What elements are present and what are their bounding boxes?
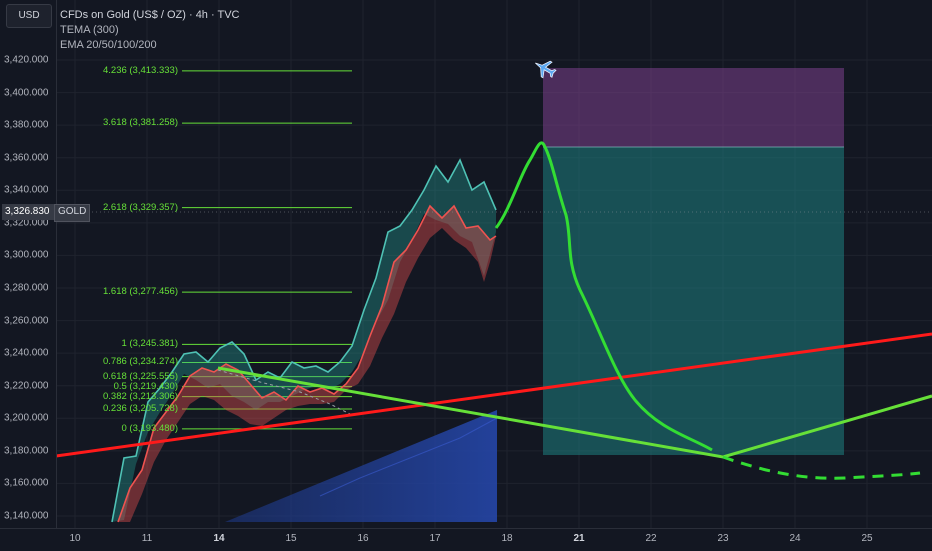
price-chart[interactable] [0, 0, 932, 550]
price-axis-label: 3,180.000 [4, 445, 49, 457]
chart-legend: CFDs on Gold (US$ / OZ) · 4h · TVC TEMA … [60, 8, 240, 53]
time-axis-label: 11 [141, 533, 153, 544]
fib-level-label: 3.618 (3,381.258) [102, 117, 178, 129]
fib-level-label: 0.382 (3,213.306) [102, 390, 178, 402]
fib-level-label: 2.618 (3,329.357) [102, 201, 178, 213]
fib-level-label: 1 (3,245.381) [121, 338, 178, 350]
fib-level-label: 0.786 (3,234.274) [102, 356, 178, 368]
price-axis-label: 3,140.000 [4, 510, 49, 522]
time-axis-label: 18 [501, 533, 513, 544]
fib-level-label: 0.236 (3,205.728) [102, 402, 178, 414]
projection-dashed [722, 455, 921, 480]
price-axis[interactable]: 3,420.000 3,400.000 3,380.000 3,360.000 3,34… [0, 0, 57, 528]
price-axis-label: 3,280.000 [4, 282, 49, 294]
time-axis-label: 23 [717, 533, 729, 544]
time-axis-label: 24 [789, 533, 801, 544]
time-axis-label: 22 [645, 533, 657, 544]
time-axis-label: 17 [429, 533, 441, 544]
time-axis-label: 25 [861, 533, 873, 544]
target-zone [543, 68, 844, 147]
time-axis-label: 16 [357, 533, 369, 544]
price-axis-label: 3,380.000 [4, 119, 49, 131]
price-axis-label: 3,360.000 [4, 152, 49, 164]
last-price-tag: 3,326.830 [2, 204, 56, 220]
price-axis-label: 3,420.000 [4, 54, 49, 66]
price-axis-label: 3,260.000 [4, 315, 49, 327]
time-axis-label: 15 [285, 533, 297, 544]
indicator-ema[interactable]: EMA 20/50/100/200 [60, 38, 240, 53]
currency-button[interactable]: USD [6, 4, 52, 28]
entry-zone [543, 147, 844, 455]
symbol-title[interactable]: CFDs on Gold (US$ / OZ) · 4h · TVC [60, 8, 240, 23]
indicator-tema[interactable]: TEMA (300) [60, 23, 240, 38]
price-axis-label: 3,340.000 [4, 184, 49, 196]
symbol-tag: GOLD [54, 204, 91, 222]
fib-level-label: 0 (3,193.480) [121, 422, 178, 434]
time-axis-label: 14 [213, 533, 225, 544]
fib-level-label: 1.618 (3,277.456) [102, 286, 178, 298]
price-axis-label: 3,300.000 [4, 249, 49, 261]
price-axis-label: 3,400.000 [4, 87, 49, 99]
price-axis-label: 3,160.000 [4, 477, 49, 489]
time-axis-label: 21 [573, 533, 585, 544]
time-axis-label: 10 [69, 533, 81, 544]
price-axis-label: 3,240.000 [4, 347, 49, 359]
price-axis-label: 3,220.000 [4, 380, 49, 392]
price-axis-label: 3,200.000 [4, 412, 49, 424]
fib-level-label: 4.236 (3,413.333) [102, 64, 178, 76]
